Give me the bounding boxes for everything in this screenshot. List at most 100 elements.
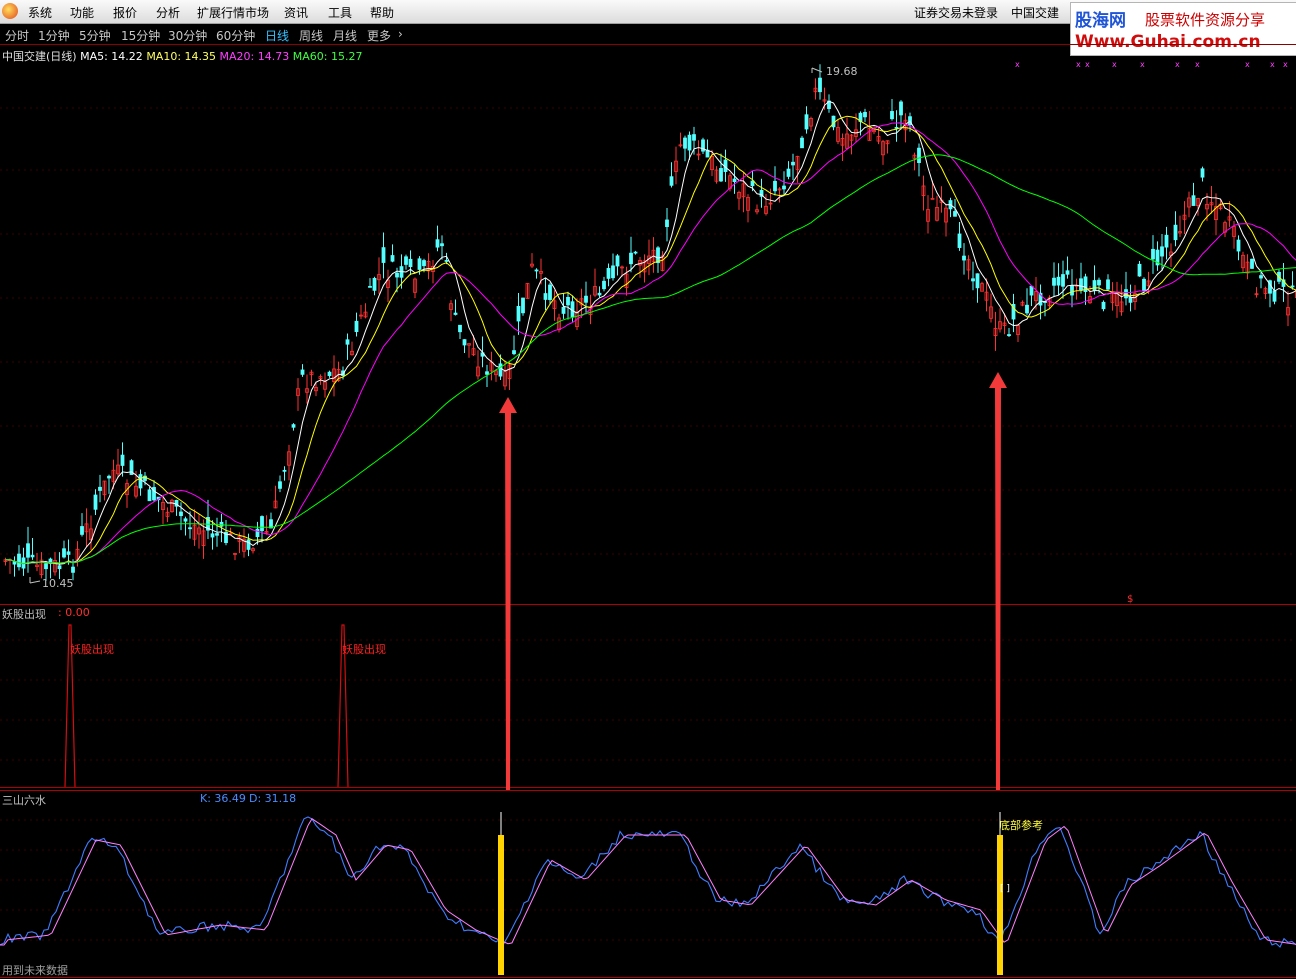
candle xyxy=(444,260,449,262)
candle xyxy=(750,180,755,187)
candle xyxy=(440,243,444,247)
svg-text:[ ]: [ ] xyxy=(1000,884,1010,894)
candle xyxy=(516,305,521,322)
candlestick-chart[interactable]: x x x x x x x x x x$ [ ] 19.68 10.45 xyxy=(0,0,1296,979)
candle xyxy=(804,114,809,130)
candle xyxy=(633,251,638,254)
candle xyxy=(566,296,570,306)
future-data-note: 用到未来数据 xyxy=(2,964,68,977)
candle xyxy=(1290,285,1295,288)
candle xyxy=(408,258,413,268)
candle xyxy=(773,180,777,192)
ma10-line xyxy=(5,115,1296,565)
candle xyxy=(719,168,723,182)
candle xyxy=(390,255,395,262)
kd-panel-title: 三山六水 xyxy=(2,794,46,807)
candle xyxy=(147,489,152,502)
candle xyxy=(800,137,804,149)
candle xyxy=(107,475,111,479)
bottom-signal-bar xyxy=(498,835,504,975)
candle xyxy=(665,219,669,228)
candle xyxy=(669,176,674,186)
candle xyxy=(683,137,687,149)
k-line xyxy=(0,816,1296,948)
demon-marker-1: 妖股出现 xyxy=(70,643,114,656)
candle xyxy=(1160,246,1164,257)
candle xyxy=(917,147,921,164)
candle xyxy=(435,239,440,248)
low-price-label: 10.45 xyxy=(42,577,74,590)
candle xyxy=(899,101,903,116)
demon-panel-title: 妖股出现 xyxy=(2,608,46,621)
candle xyxy=(1056,276,1061,286)
candle xyxy=(395,272,399,278)
candle xyxy=(498,363,503,377)
candle xyxy=(44,563,48,570)
candle xyxy=(179,511,183,517)
candle xyxy=(606,268,611,279)
candle xyxy=(656,247,660,264)
candle xyxy=(863,111,867,118)
candle xyxy=(1250,258,1254,269)
kd-k-value: K: 36.49 xyxy=(200,792,246,805)
candle xyxy=(260,516,264,532)
candle xyxy=(354,320,359,333)
candle xyxy=(890,111,894,120)
candle xyxy=(255,528,260,538)
candle xyxy=(1101,301,1106,310)
candle xyxy=(1236,239,1241,252)
bottom-reference-label: 底部参考 xyxy=(999,819,1043,832)
candle xyxy=(543,293,548,300)
candle xyxy=(1029,285,1034,296)
bottom-signal-bar xyxy=(997,835,1003,975)
candle xyxy=(422,260,426,267)
candle xyxy=(210,533,215,538)
candle xyxy=(1191,195,1196,206)
candle xyxy=(1151,248,1155,260)
candle xyxy=(602,280,606,290)
candle xyxy=(782,185,786,190)
candle xyxy=(1128,296,1133,303)
candle xyxy=(327,371,332,377)
candle xyxy=(611,265,615,279)
candle xyxy=(791,161,795,166)
candle xyxy=(345,339,350,345)
signal-arrow-icon xyxy=(499,397,517,790)
candle xyxy=(93,494,98,510)
candle xyxy=(458,324,462,333)
demon-marker-2: 妖股出现 xyxy=(342,643,386,656)
candle xyxy=(597,292,602,296)
signal-arrow-icon xyxy=(989,372,1007,790)
candle xyxy=(485,371,489,375)
candle xyxy=(188,527,192,530)
candle xyxy=(957,233,962,248)
candle xyxy=(381,247,386,263)
candle xyxy=(282,469,287,472)
ma60-line xyxy=(5,154,1296,565)
candle xyxy=(26,543,30,558)
candle xyxy=(372,277,377,291)
candle xyxy=(278,481,282,489)
candle xyxy=(687,134,692,151)
candle xyxy=(818,77,822,93)
candle xyxy=(561,306,566,314)
candle xyxy=(894,127,899,129)
candle xyxy=(462,339,467,346)
high-price-label: 19.68 xyxy=(826,65,858,78)
candle xyxy=(615,255,620,267)
candle xyxy=(953,211,957,217)
candle xyxy=(1200,168,1205,178)
candle xyxy=(962,255,966,261)
candle xyxy=(570,301,575,318)
candle xyxy=(584,295,588,303)
ma5-line xyxy=(5,100,1296,565)
ma20-line xyxy=(5,122,1296,565)
candle xyxy=(1061,274,1065,287)
kd-d-value: D: 31.18 xyxy=(249,792,297,805)
candle xyxy=(786,168,791,177)
candle xyxy=(1259,275,1263,279)
svg-text:x: x xyxy=(1076,60,1081,69)
candle xyxy=(548,284,552,300)
candle xyxy=(1272,290,1277,302)
candle xyxy=(183,518,188,522)
